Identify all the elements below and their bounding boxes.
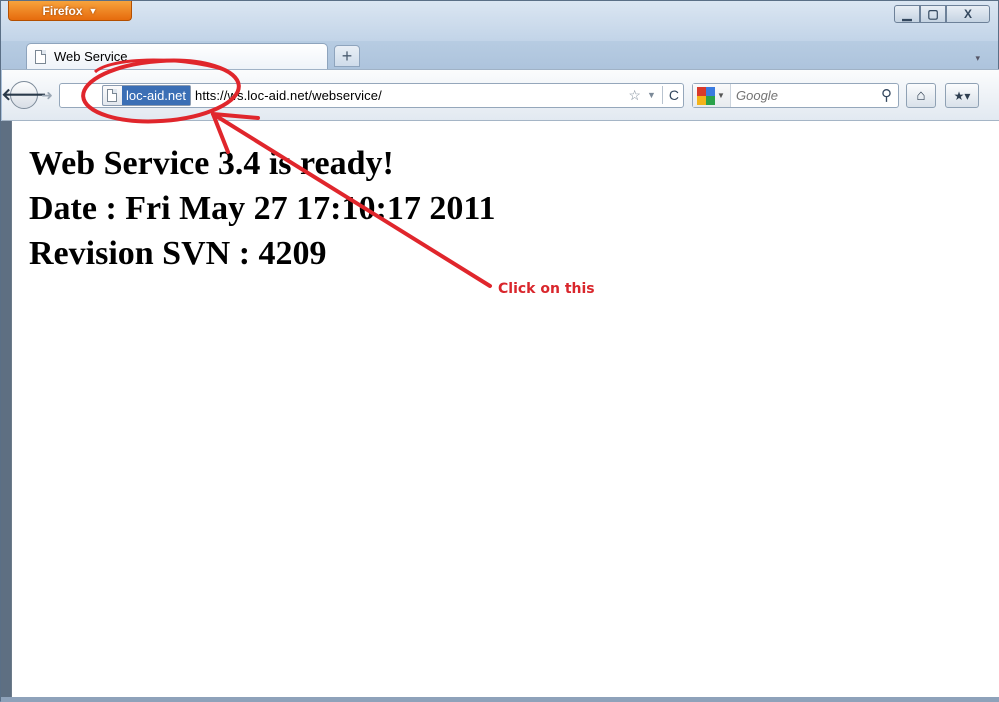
page-icon	[35, 49, 46, 64]
page-icon	[107, 89, 117, 102]
url-bar-actions: ☆ ▼ C	[628, 86, 679, 104]
close-button[interactable]: X	[946, 5, 990, 23]
new-tab-button[interactable]: +	[334, 45, 360, 67]
maximize-button[interactable]: ▢	[920, 5, 946, 23]
url-rest: s://ws.loc-aid.net/webservice/	[209, 88, 382, 103]
navigation-toolbar: 🡐 ➜ loc-aid.net htts://ws.loc-aid.net/we…	[1, 69, 999, 121]
annotation-label: Click on this	[498, 281, 595, 297]
history-dropdown-icon[interactable]: ▼	[647, 90, 656, 100]
search-bar[interactable]: ▼ ⚲	[692, 83, 899, 108]
search-icon[interactable]: ⚲	[881, 86, 892, 104]
plus-icon: +	[341, 45, 353, 66]
page-body-text: Web Service 3.4 is ready! Date : Fri May…	[29, 141, 495, 276]
window-left-border	[1, 121, 11, 702]
bookmarks-icon: ★▾	[953, 88, 971, 103]
home-icon: ⌂	[916, 87, 926, 104]
home-button[interactable]: ⌂	[906, 83, 936, 108]
chevron-down-icon: ▼	[88, 5, 98, 16]
url-bar[interactable]: loc-aid.net htts://ws.loc-aid.net/webser…	[59, 83, 684, 108]
tab-list-icon[interactable]: ▾	[975, 53, 980, 64]
close-icon: X	[963, 7, 972, 21]
browser-window: Firefox ▼ ▁ ▢ X Web Service + ▾ 🡐 ➜ loc-…	[0, 0, 999, 702]
url-prefix: htt	[194, 88, 210, 103]
bookmarks-button[interactable]: ★▾	[945, 83, 979, 108]
star-bookmark-icon[interactable]: ☆	[628, 87, 641, 104]
minimize-icon: ▁	[902, 7, 912, 21]
status-line: Web Service 3.4 is ready!	[29, 145, 394, 182]
forward-button[interactable]: ➜	[35, 85, 59, 105]
google-logo-icon	[697, 86, 715, 105]
chevron-down-icon: ▼	[717, 91, 725, 100]
maximize-icon: ▢	[927, 7, 939, 21]
search-engine-button[interactable]: ▼	[693, 84, 731, 107]
back-button[interactable]: 🡐	[1, 81, 47, 109]
tab-label: Web Service	[54, 49, 128, 64]
forward-arrow-icon: ➜	[41, 86, 53, 103]
reload-icon[interactable]: C	[669, 87, 679, 103]
site-identity-label: loc-aid.net	[122, 86, 190, 105]
firefox-menu-label: Firefox	[42, 3, 83, 18]
tab-web-service[interactable]: Web Service	[26, 43, 328, 69]
search-input[interactable]	[731, 87, 868, 104]
revision-line: Revision SVN : 4209	[29, 235, 327, 272]
page-content: Web Service 3.4 is ready! Date : Fri May…	[11, 121, 999, 697]
title-bar: Firefox ▼ ▁ ▢ X	[1, 1, 998, 41]
window-bottom-border	[1, 697, 999, 702]
window-controls: ▁ ▢ X	[894, 5, 990, 23]
divider	[661, 86, 663, 104]
minimize-button[interactable]: ▁	[894, 5, 920, 23]
site-identity-button[interactable]: loc-aid.net	[102, 85, 191, 106]
date-line: Date : Fri May 27 17:10:17 2011	[29, 190, 496, 227]
firefox-menu-button[interactable]: Firefox ▼	[8, 1, 132, 21]
url-text[interactable]: htts://ws.loc-aid.net/webservice/	[195, 88, 382, 103]
